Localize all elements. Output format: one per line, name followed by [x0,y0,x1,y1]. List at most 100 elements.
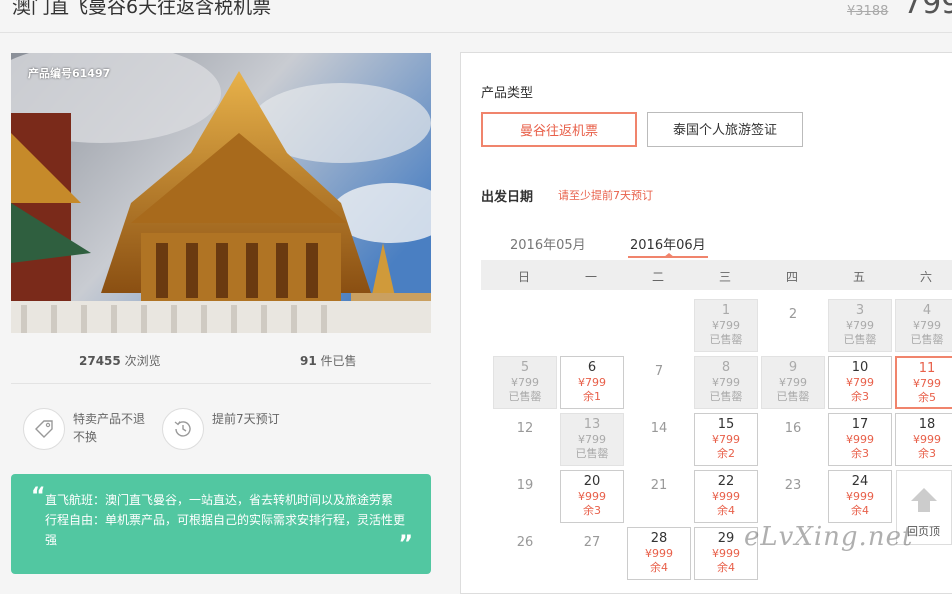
day-status: 余4 [650,561,668,574]
booking-hint: 请至少提前7天预订 [558,189,653,202]
calendar-day: 1 ¥799 已售罄 [694,299,758,352]
day-price: ¥999 [712,490,740,503]
day-number: 22 [717,474,735,489]
day-number: 4 [922,303,932,318]
calendar-day: 27 [560,527,624,580]
weekday-tue: 二 [651,270,664,284]
day-price: ¥799 [779,376,807,389]
day-price: ¥799 [511,376,539,389]
calendar-day: 8 ¥799 已售罄 [694,356,758,409]
calendar-day[interactable]: 24 ¥999 余4 [828,470,892,523]
day-number: 8 [721,360,731,375]
calendar-day[interactable]: 6 ¥799 余1 [560,356,624,409]
day-status: 余1 [583,390,601,403]
calendar-day: 14 [627,413,691,466]
product-id-label: 产品编号61497 [28,67,111,80]
quote-text: 直飞航班：澳门直飞曼谷，一站直达，省去转机时间以及旅途劳累 行程自由：单机票产品… [45,493,406,547]
day-number: 3 [855,303,865,318]
quote-close-mark: ” [398,532,413,557]
page-header: 澳门直飞曼谷6天往返含税机票 ¥3188 799 [0,0,952,33]
day-status: 余5 [918,391,936,404]
day-number: 12 [516,421,534,436]
day-status: 已售罄 [776,390,810,403]
calendar-day: 7 [627,356,691,409]
day-number: 18 [918,417,936,432]
calendar-day: 13 ¥799 已售罄 [560,413,624,466]
departure-date-label: 出发日期 [481,190,534,205]
day-price: ¥999 [645,547,673,560]
day-number: 2 [788,307,798,322]
day-status: 已售罄 [709,333,743,346]
day-number: 17 [851,417,869,432]
booking-panel: 产品类型 曼谷往返机票 泰国个人旅游签证 出发日期 请至少提前7天预订 2016… [460,52,952,594]
month-tab-caret [664,253,674,257]
month-tab-may[interactable]: 2016年05月 [510,234,586,253]
calendar-day: 9 ¥799 已售罄 [761,356,825,409]
day-number: 24 [851,474,869,489]
calendar-day: 5 ¥799 已售罄 [493,356,557,409]
day-price: ¥799 [712,376,740,389]
day-number: 6 [587,360,597,375]
weekday-thu: 四 [785,270,798,284]
calendar-day[interactable]: 20 ¥999 余3 [560,470,624,523]
view-count: 27455 次浏览 [79,354,161,368]
day-status: 余3 [851,447,869,460]
sold-count: 91 件已售 [300,354,357,368]
calendar-day[interactable]: 18 ¥999 余3 [895,413,952,466]
type-option-visa[interactable]: 泰国个人旅游签证 [647,112,803,147]
day-number: 28 [650,531,668,546]
product-stats: 27455 次浏览 91 件已售 [11,343,431,384]
tag-icon [23,408,65,450]
day-number: 16 [784,421,802,436]
day-price: ¥999 [846,433,874,446]
day-status: 余4 [851,504,869,517]
product-type-label: 产品类型 [481,86,534,101]
day-price: ¥799 [712,433,740,446]
day-number: 13 [583,417,601,432]
day-number: 15 [717,417,735,432]
day-status: 已售罄 [508,390,542,403]
weekday-sat: 六 [919,270,932,284]
type-option-flight[interactable]: 曼谷往返机票 [481,112,637,147]
calendar-day[interactable]: 22 ¥999 余4 [694,470,758,523]
day-status: 已售罄 [709,390,743,403]
day-price: ¥799 [846,376,874,389]
calendar-day[interactable]: 28 ¥999 余4 [627,527,691,580]
clock-history-icon [162,408,204,450]
weekday-fri: 五 [852,270,865,284]
calendar-day[interactable]: 15 ¥799 余2 [694,413,758,466]
day-status: 余2 [717,447,735,460]
day-number: 9 [788,360,798,375]
calendar-day: 2 [761,299,825,352]
weekday-wed: 三 [718,270,731,284]
weekday-header: 日 一 二 三 四 五 六 [481,260,952,290]
calendar-day[interactable]: 10 ¥799 余3 [828,356,892,409]
day-price: ¥799 [578,433,606,446]
calendar-day[interactable]: 17 ¥999 余3 [828,413,892,466]
day-price: ¥999 [712,547,740,560]
day-number: 26 [516,535,534,550]
day-price: ¥799 [712,319,740,332]
month-tab-june[interactable]: 2016年06月 [630,234,706,253]
calendar-day: 19 [493,470,557,523]
product-title: 澳门直飞曼谷6天往返含税机票 [12,0,272,18]
original-price: ¥3188 [847,4,889,19]
calendar-day: 12 [493,413,557,466]
day-status: 余4 [717,504,735,517]
day-price: ¥999 [846,490,874,503]
day-status: 余3 [918,447,936,460]
calendar-day[interactable]: 11 ¥799 余5 [895,356,952,409]
day-price: ¥999 [578,490,606,503]
quote-open-mark: “ [31,484,46,509]
site-watermark: eLvXing.net [744,522,914,552]
day-number: 23 [784,478,802,493]
day-number: 10 [851,360,869,375]
arrow-up-icon [911,488,937,512]
calendar-day: 26 [493,527,557,580]
current-price: 799 [903,0,952,21]
day-status: 已售罄 [843,333,877,346]
calendar-day: 23 [761,470,825,523]
day-number: 1 [721,303,731,318]
day-number: 7 [654,364,664,379]
day-number: 11 [918,361,936,376]
